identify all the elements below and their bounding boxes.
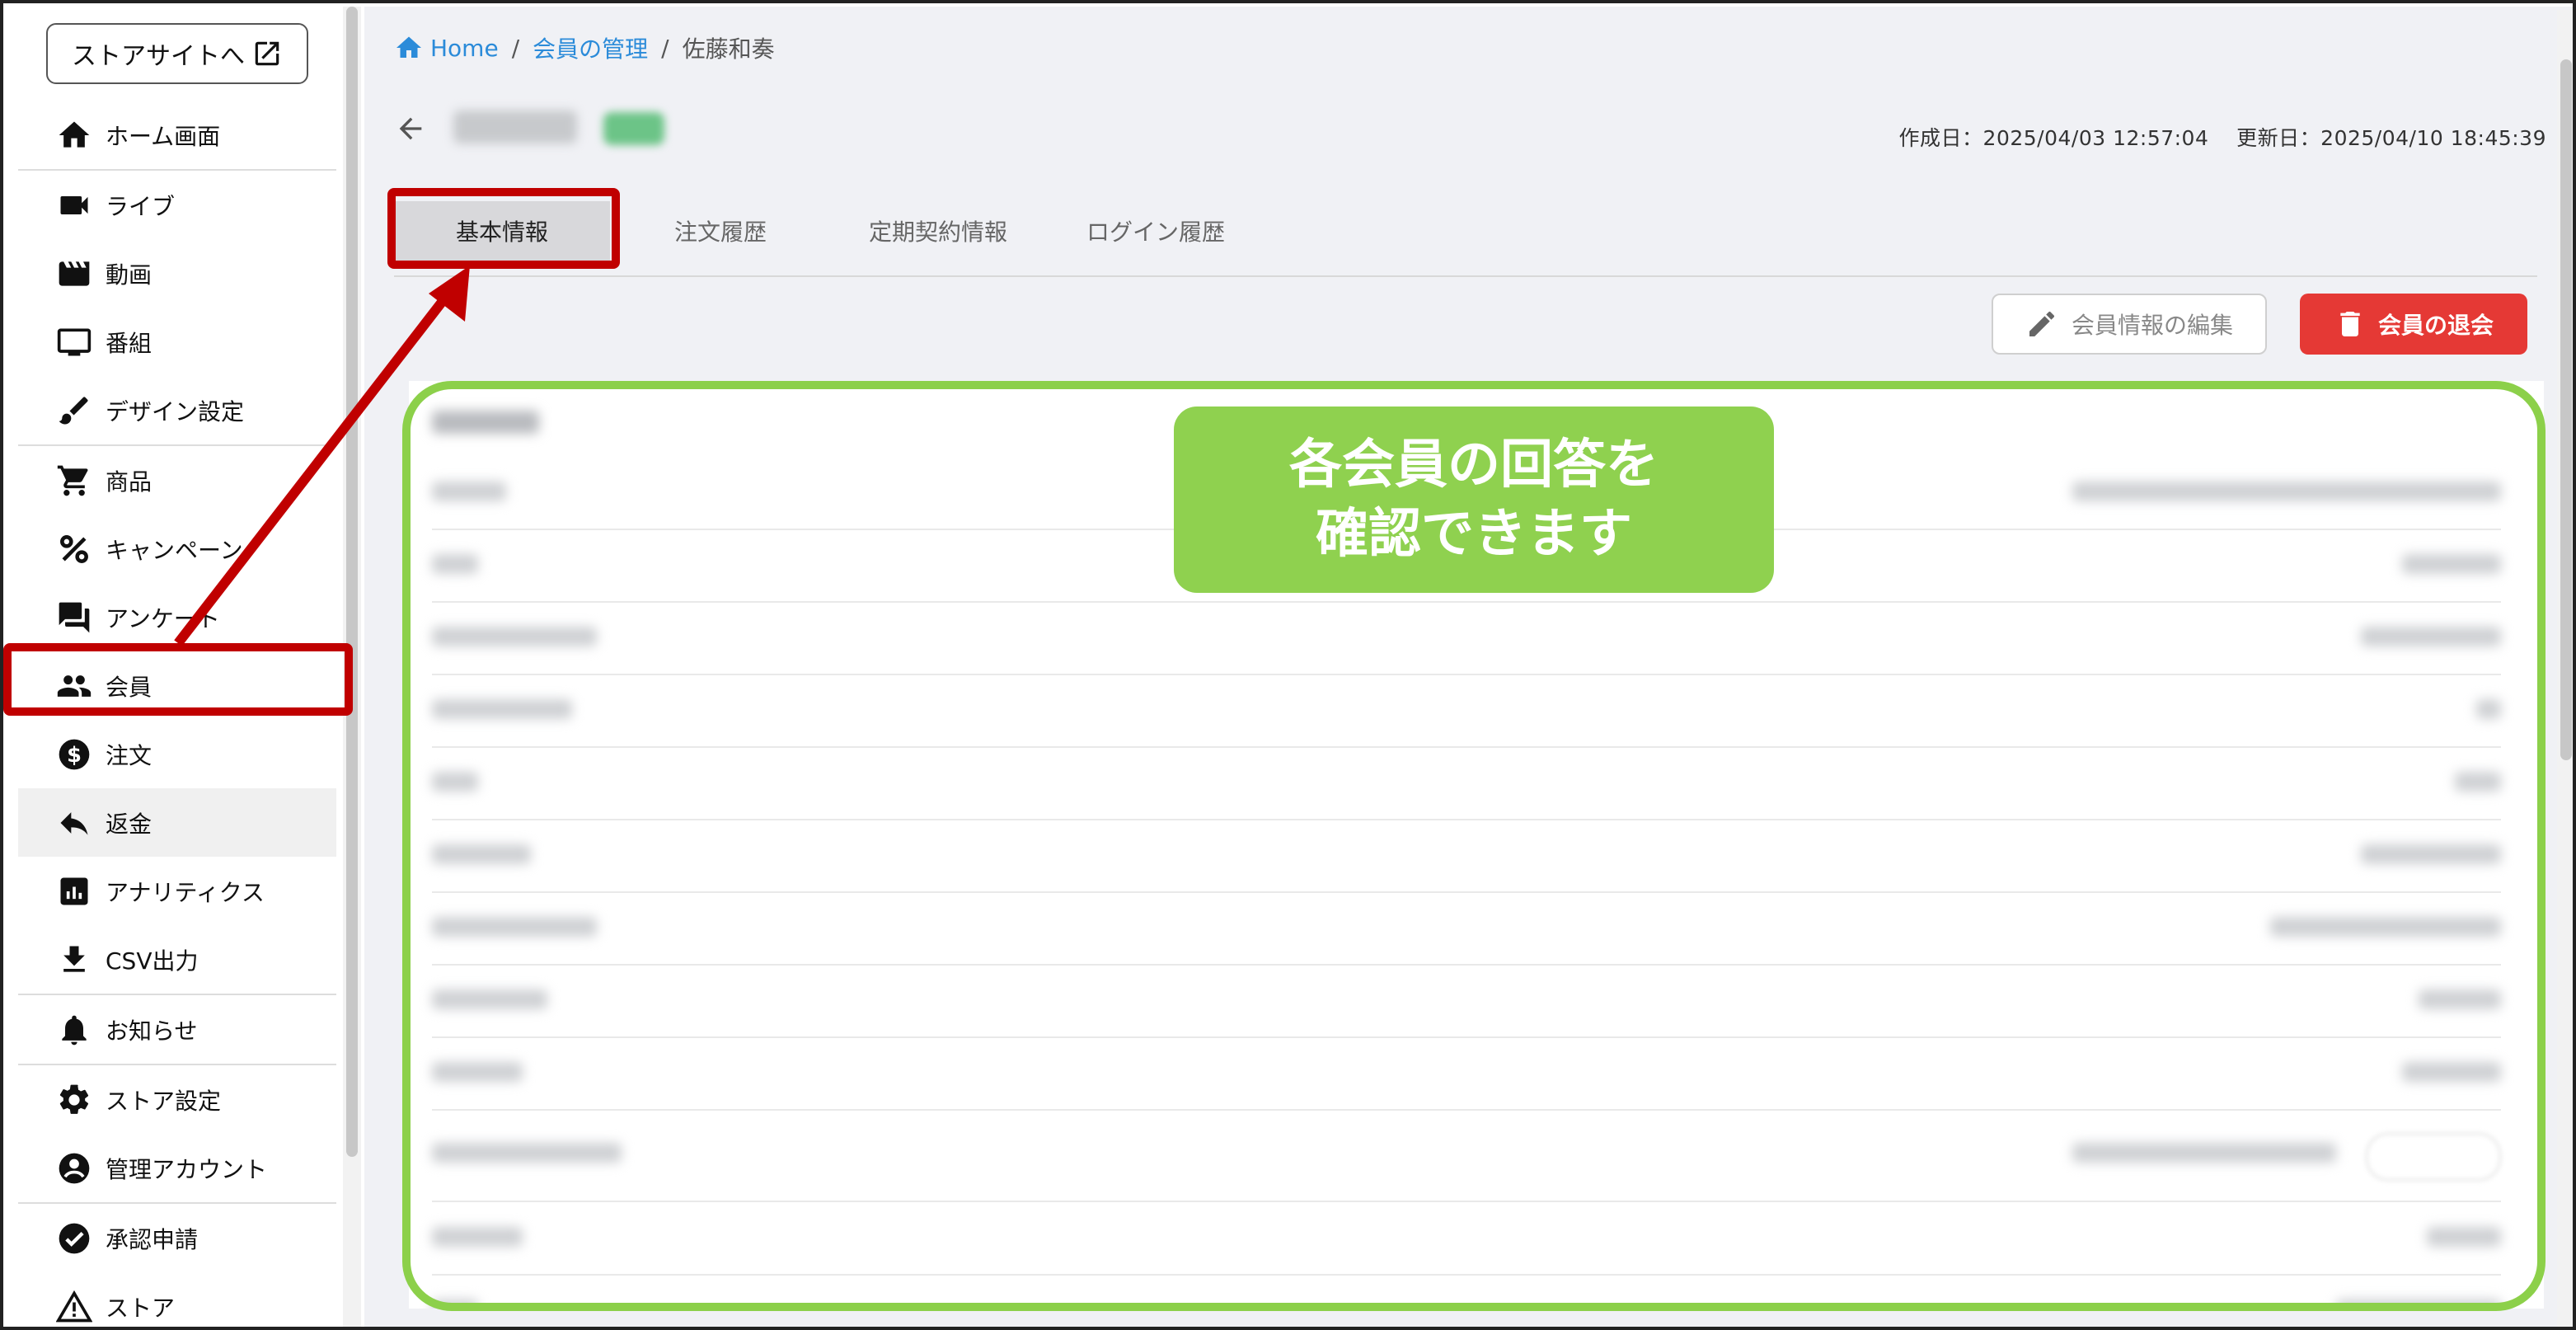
sidebar-item-refund[interactable]: 返金 (18, 788, 336, 857)
sidebar-item-products[interactable]: 商品 (18, 444, 336, 515)
sidebar-item-label: ホーム画面 (106, 122, 221, 150)
sidebar-item-label: ストア設定 (106, 1087, 222, 1115)
sidebar-item-label: ライブ (106, 192, 176, 220)
created-date: 作成日：2025/04/03 12:57:04 (1898, 126, 2209, 150)
sidebar-item-label: 番組 (106, 329, 152, 357)
annotation-callout: 各会員の回答を 確認できます (1174, 407, 1774, 593)
sidebar-item-label: アナリティクス (106, 878, 265, 906)
breadcrumb-home-label: Home (430, 34, 499, 62)
sidebar-item-label: 商品 (106, 468, 152, 496)
videocam-icon (56, 187, 92, 223)
back-arrow-icon[interactable] (394, 112, 427, 145)
updated-date: 更新日：2025/04/10 18:45:39 (2236, 126, 2546, 150)
sidebar-item-label: 管理アカウント (106, 1155, 268, 1183)
sidebar-item-analytics[interactable]: アナリティクス (18, 857, 336, 925)
reply-icon (56, 805, 92, 841)
edit-member-button[interactable]: 会員情報の編集 (1992, 294, 2267, 355)
sidebar-item-live[interactable]: ライブ (18, 169, 336, 239)
withdraw-member-button[interactable]: 会員の退会 (2300, 294, 2527, 355)
tab-login-history[interactable]: ログイン履歴 (1047, 201, 1265, 261)
sidebar-item-csv[interactable]: CSV出力 (18, 925, 336, 994)
sidebar-item-survey[interactable]: アンケート (18, 583, 336, 651)
trash-icon (2340, 312, 2360, 336)
bell-icon (56, 1012, 92, 1048)
sidebar-item-label: 動画 (106, 261, 152, 289)
breadcrumb-home[interactable]: Home (394, 33, 499, 63)
home-icon (56, 117, 92, 153)
sidebar-item-label: 注文 (106, 741, 152, 769)
main-scrollbar[interactable] (2557, 10, 2573, 1327)
sidebar-item-store-settings[interactable]: ストア設定 (18, 1064, 336, 1134)
dollar-icon: $ (56, 736, 92, 773)
breadcrumb-separator: / (511, 34, 520, 62)
sidebar-item-label: アンケート (106, 604, 220, 632)
sidebar-item-label: ストア (106, 1294, 176, 1322)
sidebar-item-campaign[interactable]: キャンペーン (18, 515, 336, 583)
edit-member-label: 会員情報の編集 (2071, 312, 2233, 339)
sidebar-item-store[interactable]: ストア (18, 1272, 336, 1327)
sidebar-item-program[interactable]: 番組 (18, 308, 336, 376)
download-icon (56, 942, 92, 978)
sidebar-item-label: 返金 (106, 810, 152, 838)
breadcrumb: Home / 会員の管理 / 佐藤和奏 (394, 31, 775, 64)
sidebar-item-design[interactable]: デザイン設定 (18, 376, 336, 444)
highlight-members-menu (3, 643, 353, 716)
member-name-blurred (453, 110, 577, 143)
sidebar-item-approval[interactable]: 承認申請 (18, 1202, 336, 1272)
breadcrumb-member-management[interactable]: 会員の管理 (533, 31, 648, 64)
sidebar-item-label: お知らせ (106, 1017, 198, 1045)
tab-bar: 基本情報 注文履歴 定期契約情報 ログイン履歴 (394, 185, 2537, 277)
sidebar-item-label: 承認申請 (106, 1225, 199, 1253)
screenshot-frame: ストアサイトへ ホーム画面 ライブ 動画 番組 デザイン設定 商品 キャンペーン… (0, 0, 2576, 1330)
highlight-basic-info-tab (387, 188, 620, 269)
check-circle-icon (56, 1220, 92, 1257)
movie-icon (56, 256, 92, 292)
sidebar-item-label: キャンペーン (106, 536, 243, 564)
main-scrollbar-thumb[interactable] (2560, 59, 2572, 760)
sidebar-item-video[interactable]: 動画 (18, 239, 336, 308)
forum-icon (56, 599, 92, 636)
withdraw-member-label: 会員の退会 (2377, 312, 2494, 339)
tv-icon (56, 324, 92, 360)
analytics-icon (56, 873, 92, 909)
sidebar-item-home[interactable]: ホーム画面 (18, 101, 336, 169)
pencil-icon (2029, 311, 2054, 336)
sidebar-item-admin-account[interactable]: 管理アカウント (18, 1134, 336, 1202)
account-icon (56, 1150, 92, 1187)
tab-subscription-info[interactable]: 定期契約情報 (829, 201, 1047, 261)
brush-icon (56, 392, 92, 429)
status-badge (603, 112, 664, 145)
svg-text:$: $ (67, 743, 82, 768)
record-dates: 作成日：2025/04/03 12:57:04 更新日：2025/04/10 1… (1899, 122, 2546, 152)
warning-icon (56, 1289, 92, 1325)
sidebar-item-label: デザイン設定 (106, 397, 245, 425)
home-icon (396, 36, 421, 58)
percent-icon (56, 531, 92, 567)
sidebar-item-label: CSV出力 (106, 947, 199, 975)
breadcrumb-current: 佐藤和奏 (682, 35, 775, 63)
sidebar-item-orders[interactable]: $ 注文 (18, 720, 336, 788)
open-external-icon (255, 41, 279, 66)
store-site-button[interactable]: ストアサイトへ (46, 23, 308, 84)
cart-icon (56, 463, 92, 499)
tab-order-history[interactable]: 注文履歴 (612, 201, 829, 261)
gear-icon (56, 1082, 92, 1118)
sidebar-item-notices[interactable]: お知らせ (18, 994, 336, 1064)
sidebar-scrollbar-thumb[interactable] (346, 7, 358, 1157)
store-site-label: ストアサイトへ (72, 42, 245, 71)
breadcrumb-separator: / (661, 34, 669, 62)
